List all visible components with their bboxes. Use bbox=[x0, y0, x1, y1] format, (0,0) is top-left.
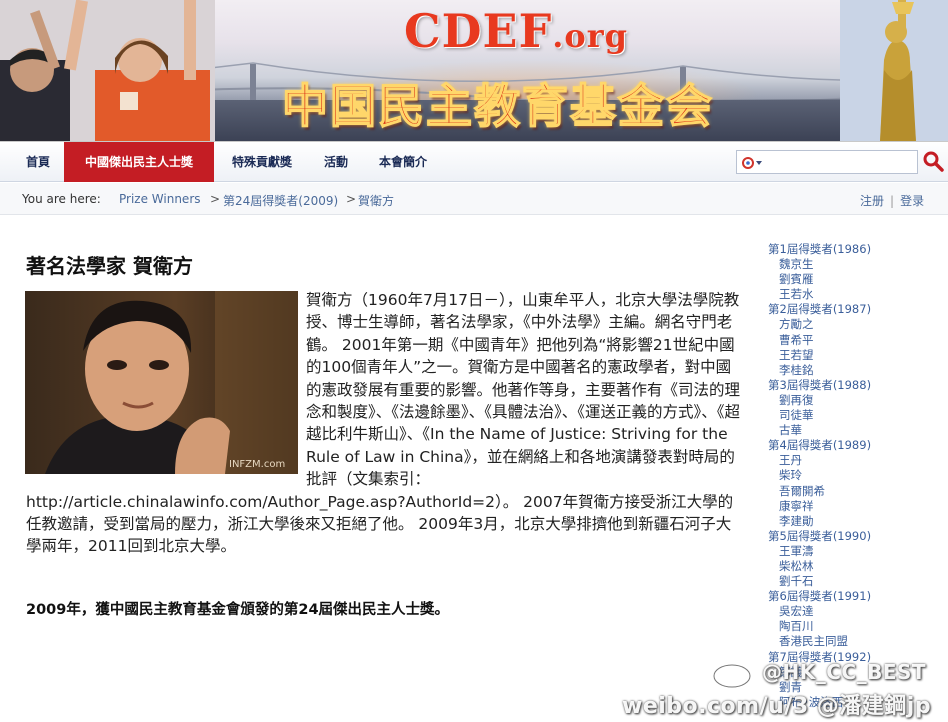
article-title: 著名法學家 賀衛方 bbox=[26, 254, 193, 278]
sidebar-winner-link[interactable]: 王丹 bbox=[768, 453, 938, 468]
search-engine-logo-icon[interactable] bbox=[741, 156, 765, 170]
breadcrumb-separator: > bbox=[210, 192, 221, 206]
banner-photo-democracy-statue bbox=[840, 0, 948, 141]
sidebar-winner-link[interactable]: 柴松林 bbox=[768, 559, 938, 574]
register-link[interactable]: 注册 bbox=[860, 194, 884, 208]
site-logo-chinese: 中国民主教育基金会 bbox=[281, 78, 714, 134]
nav-special-contribution[interactable]: 特殊貢獻獎 bbox=[216, 142, 308, 182]
sidebar-year-link[interactable]: 第3屆得獎者(1988) bbox=[768, 378, 938, 393]
sidebar-winner-link[interactable]: 司徒華 bbox=[768, 408, 938, 423]
sidebar-winner-link[interactable]: 魏京生 bbox=[768, 257, 938, 272]
sidebar-winner-link[interactable]: 劉賓雁 bbox=[768, 272, 938, 287]
breadcrumb-current: 賀衛方 bbox=[358, 194, 395, 208]
winners-sidebar: 第1屆得獎者(1986) 魏京生 劉賓雁 王若水 第2屆得獎者(1987) 方勵之 曹希平王… bbox=[768, 242, 938, 710]
site-banner: CDEF.org 中国民主教育基金会 bbox=[0, 0, 948, 142]
sidebar-winner-link[interactable]: 劉千石 bbox=[768, 574, 938, 589]
breadcrumb: You are here: Prize Winners > 第24屆得獎者(20… bbox=[0, 183, 948, 215]
breadcrumb-prize-winners[interactable]: Prize Winners bbox=[119, 192, 201, 206]
sidebar-winner-link[interactable]: 曹希平 bbox=[768, 333, 938, 348]
sidebar-year-link[interactable]: 第1屆得獎者(1986) bbox=[768, 242, 938, 257]
sidebar-winner-link[interactable]: 李建勛 bbox=[768, 514, 938, 529]
nav-about[interactable]: 本會簡介 bbox=[362, 142, 444, 182]
sidebar-winner-link[interactable]: 方勵之 bbox=[768, 317, 938, 332]
account-links: 注册 | 登录 bbox=[860, 194, 925, 208]
search-box bbox=[736, 150, 918, 174]
sidebar-winner-link[interactable]: 王若望 bbox=[768, 348, 938, 363]
nav-events[interactable]: 活動 bbox=[310, 142, 362, 182]
sidebar-winner-link[interactable]: 李桂銘 bbox=[768, 363, 938, 378]
award-statement: 2009年，獲中國民主教育基金會頒發的第24屆傑出民主人士獎。 bbox=[26, 602, 450, 618]
photo-credit: INFZM.com bbox=[229, 459, 285, 470]
breadcrumb-24th-winners[interactable]: 第24屆得獎者(2009) bbox=[223, 192, 338, 209]
sidebar-winner-link[interactable]: 康寧祥 bbox=[768, 499, 938, 514]
sidebar-year-link[interactable]: 第6屆得獎者(1991) bbox=[768, 589, 938, 604]
breadcrumb-prefix: You are here: bbox=[22, 192, 101, 206]
nav-prize-winners[interactable]: 中國傑出民主人士獎 bbox=[64, 142, 214, 182]
sidebar-winner-link[interactable]: 王若水 bbox=[768, 287, 938, 302]
breadcrumb-separator: > bbox=[346, 192, 357, 206]
sidebar-winner-link[interactable]: 古華 bbox=[768, 423, 938, 438]
sidebar-winner-link[interactable]: 鄒議 bbox=[768, 665, 938, 680]
sidebar-year-link[interactable]: 第4屆得獎者(1989) bbox=[768, 438, 938, 453]
sidebar-winner-link[interactable]: 劉青 bbox=[768, 680, 938, 695]
logo-cdef-text: CDEF bbox=[404, 4, 553, 58]
sidebar-winner-link[interactable]: 香港民主同盟 bbox=[768, 634, 938, 649]
search-magnifier-icon[interactable] bbox=[922, 150, 944, 172]
sidebar-year-link[interactable]: 第7屆得獎者(1992) bbox=[768, 650, 938, 665]
sidebar-winner-link[interactable]: 陶百川 bbox=[768, 619, 938, 634]
site-logo-cdef[interactable]: CDEF.org bbox=[404, 4, 628, 58]
sidebar-winner-link[interactable]: 王軍濤 bbox=[768, 544, 938, 559]
banner-photo-politicians bbox=[0, 0, 215, 141]
sidebar-year-link[interactable]: 第2屆得獎者(1987) bbox=[768, 302, 938, 317]
portrait-photo-he-weifang: INFZM.com bbox=[25, 291, 298, 474]
sidebar-year-link[interactable]: 第5屆得獎者(1990) bbox=[768, 529, 938, 544]
logo-org-suffix: .org bbox=[552, 17, 628, 55]
sidebar-winner-link[interactable]: 柴玲 bbox=[768, 468, 938, 483]
nav-home[interactable]: 首頁 bbox=[12, 142, 64, 182]
sidebar-winner-link[interactable]: 阿布•波洛西 bbox=[768, 695, 938, 710]
sidebar-winner-link[interactable]: 吳宏達 bbox=[768, 604, 938, 619]
sidebar-winner-link[interactable]: 吾爾開希 bbox=[768, 484, 938, 499]
login-link[interactable]: 登录 bbox=[900, 194, 924, 208]
main-content: 著名法學家 賀衛方 賀衛方（1960年7月17日－），山東牟平人，北京大學法學院… bbox=[0, 216, 948, 722]
sidebar-winner-link[interactable]: 劉再復 bbox=[768, 393, 938, 408]
search-input[interactable] bbox=[767, 153, 913, 171]
